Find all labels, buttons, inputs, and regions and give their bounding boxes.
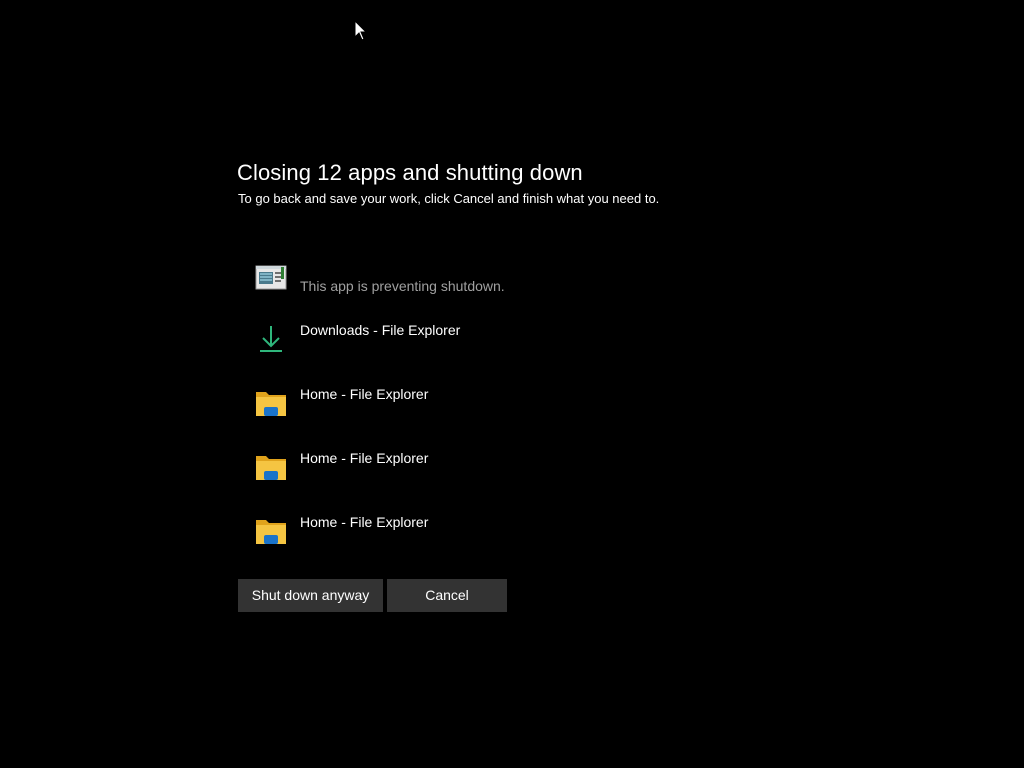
folder-icon xyxy=(256,520,286,544)
app-name: Home - File Explorer xyxy=(300,450,429,466)
shutdown-screen: Closing 12 apps and shutting down To go … xyxy=(0,0,1024,768)
list-item: This app is preventing shutdown. xyxy=(254,260,754,320)
app-name: Home - File Explorer xyxy=(300,514,429,530)
dialog-title: Closing 12 apps and shutting down xyxy=(237,160,583,185)
mouse-cursor-icon xyxy=(354,20,368,41)
list-item: Home - File Explorer xyxy=(254,384,754,448)
app-preventing-note: This app is preventing shutdown. xyxy=(300,278,505,294)
list-item: Home - File Explorer xyxy=(254,512,754,576)
blocking-app-list: This app is preventing shutdown. Downloa… xyxy=(254,260,754,576)
dialog-buttons: Shut down anyway Cancel xyxy=(238,579,507,612)
app-window-icon xyxy=(255,265,287,290)
list-item: Home - File Explorer xyxy=(254,448,754,512)
shut-down-anyway-button[interactable]: Shut down anyway xyxy=(238,579,383,612)
folder-icon xyxy=(256,456,286,480)
cancel-button[interactable]: Cancel xyxy=(387,579,507,612)
download-icon xyxy=(260,326,282,352)
list-item: Downloads - File Explorer xyxy=(254,320,754,384)
app-name: Downloads - File Explorer xyxy=(300,322,461,338)
app-name: Home - File Explorer xyxy=(300,386,429,402)
dialog-subtitle: To go back and save your work, click Can… xyxy=(238,191,660,206)
folder-icon xyxy=(256,392,286,416)
shutdown-dialog: Closing 12 apps and shutting down To go … xyxy=(237,158,797,208)
